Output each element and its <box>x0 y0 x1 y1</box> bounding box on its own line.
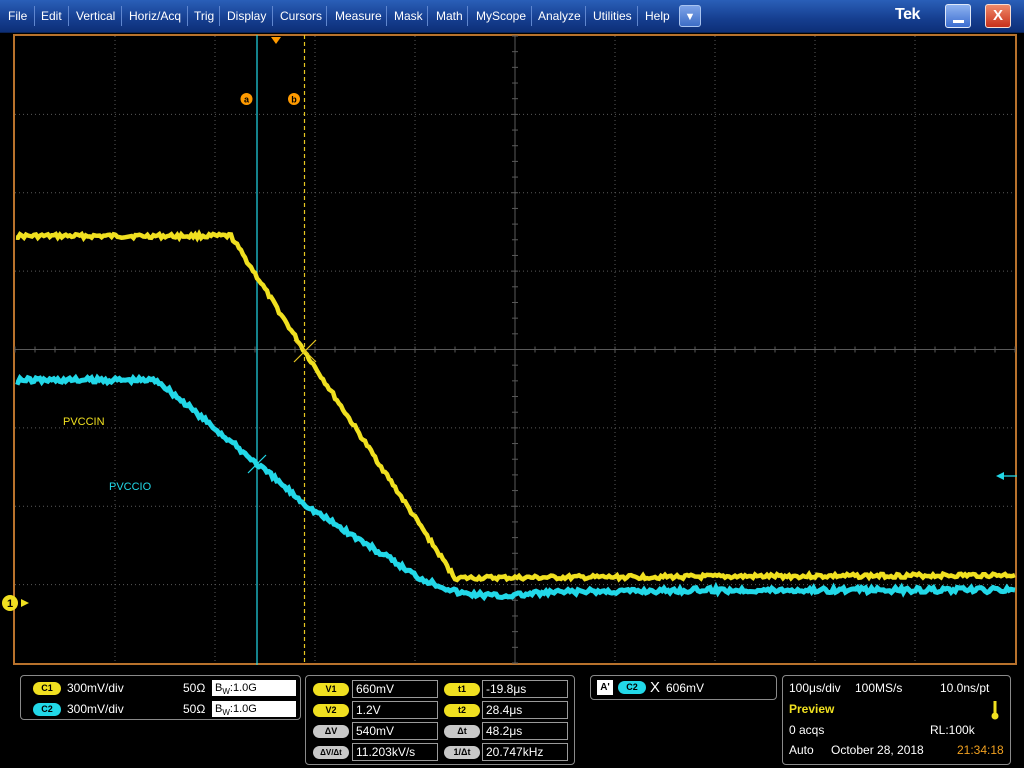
graticule-grid <box>14 35 1016 664</box>
waveform-display: a b 1 <box>2 35 1017 665</box>
resolution: 10.0ns/pt <box>940 681 990 695</box>
bandwidth-value: :1.0G <box>229 682 257 694</box>
inverse-delta-t-label: 1/Δt <box>444 746 480 759</box>
channel-2-bandwidth[interactable]: BW:1.0G <box>212 701 296 717</box>
inverse-delta-t-value: 20.747kHz <box>482 743 568 761</box>
v1-label: V1 <box>313 683 349 696</box>
cursor-readout-panel: V1 660mV t1 -19.8μs V2 1.2V t2 28.4μs ΔV… <box>305 675 575 765</box>
delta-t-value: 48.2μs <box>482 722 568 740</box>
trigger-position-icon[interactable] <box>271 37 281 44</box>
v1-value: 660mV <box>352 680 438 698</box>
timebase: 100μs/div <box>789 681 841 695</box>
channel-settings-panel: C1 300mV/div 50Ω BW:1.0G C2 300mV/div 50… <box>20 675 301 720</box>
trigger-slope-icon: X <box>650 679 661 696</box>
acquisition-panel[interactable]: 100μs/div 100MS/s 10.0ns/pt Preview 0 ac… <box>782 675 1011 765</box>
t1-label: t1 <box>444 683 480 696</box>
time: 21:34:18 <box>957 743 1004 757</box>
trigger-status-icon <box>991 701 999 720</box>
channel-2-impedance: 50Ω <box>183 702 206 716</box>
channel-1-ground-marker-label: 1 <box>7 598 13 610</box>
channel-1-bandwidth[interactable]: BW:1.0G <box>212 680 296 696</box>
t2-label: t2 <box>444 704 480 717</box>
channel-1-trace-label: PVCCIN <box>63 416 105 428</box>
channel-2-trace-label: PVCCIO <box>109 481 152 493</box>
bandwidth-sub: W <box>222 708 230 718</box>
cursor-b-marker-label: b <box>291 95 297 105</box>
delta-t-label: Δt <box>444 725 480 738</box>
t2-value: 28.4μs <box>482 701 568 719</box>
delta-v-value: 540mV <box>352 722 438 740</box>
v2-value: 1.2V <box>352 701 438 719</box>
trigger-level: 606mV <box>666 681 705 695</box>
delta-v-label: ΔV <box>313 725 349 738</box>
trigger-source-badge: C2 <box>618 681 646 694</box>
bandwidth-sub: W <box>222 687 230 697</box>
sample-rate: 100MS/s <box>855 681 903 695</box>
acquisition-count: 0 acqs <box>789 723 825 737</box>
t1-value: -19.8μs <box>482 680 568 698</box>
channel-1-impedance: 50Ω <box>183 681 206 695</box>
channel-1-badge[interactable]: C1 <box>33 682 61 695</box>
slope-value: 11.203kV/s <box>352 743 438 761</box>
trigger-mode: Auto <box>789 743 814 757</box>
channel-2-scale[interactable]: 300mV/div <box>67 702 124 716</box>
channel-1-scale[interactable]: 300mV/div <box>67 681 124 695</box>
trigger-settings-panel[interactable]: A' C2 X 606mV <box>590 675 777 700</box>
acquisition-state: Preview <box>789 702 835 716</box>
slope-label: ΔV/Δt <box>313 746 349 759</box>
trigger-mode-badge: A' <box>597 680 613 695</box>
v2-label: V2 <box>313 704 349 717</box>
trigger-level-icon[interactable] <box>996 472 1004 480</box>
date: October 28, 2018 <box>831 743 924 757</box>
channel-2-badge[interactable]: C2 <box>33 703 61 716</box>
channel-1-ground-arrow-icon <box>21 599 29 607</box>
bandwidth-value: :1.0G <box>229 703 257 715</box>
record-length: RL:100k <box>930 723 975 737</box>
